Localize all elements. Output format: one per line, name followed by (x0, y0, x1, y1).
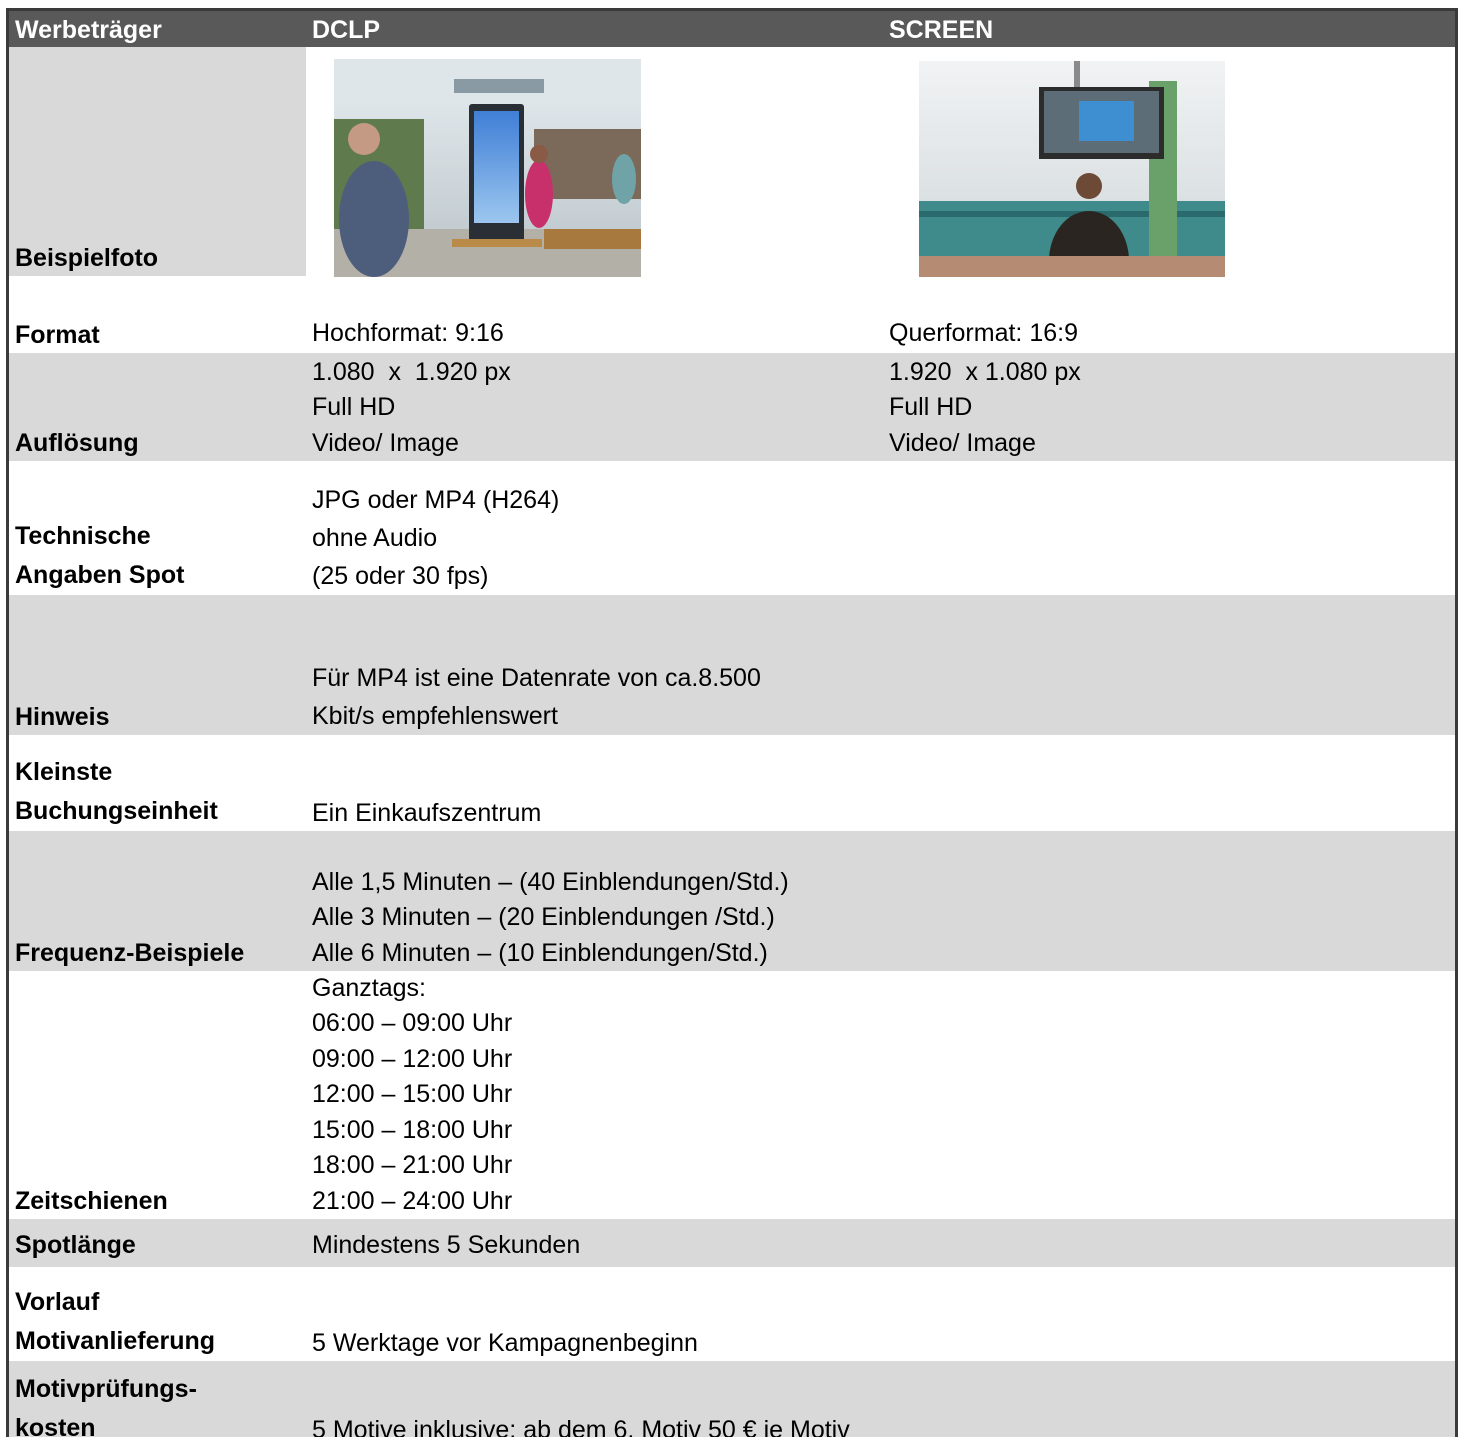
technik-value: JPG oder MP4 (H264) ohne Audio (25 oder … (312, 486, 560, 590)
label-beispielfoto: Beispielfoto (15, 243, 159, 272)
row-motivpruefungskosten: Motivprüfungs- kosten 5 Motive inklusive… (9, 1361, 1455, 1437)
row-buchungseinheit: Kleinste Buchungseinheit Ein Einkaufszen… (9, 735, 1455, 831)
format-screen: Querformat: 16:9 (889, 318, 1078, 347)
zeitschienen-value: Ganztags: 06:00 – 09:00 Uhr 09:00 – 12:0… (312, 973, 513, 1215)
row-aufloesung: Auflösung 1.080 x 1.920 px Full HD Video… (9, 353, 1455, 461)
spec-table: Werbeträger DCLP SCREEN Beispielfoto For… (6, 8, 1458, 1437)
vorlauf-value: 5 Werktage vor Kampagnenbeginn (312, 1328, 698, 1357)
label-spotlaenge: Spotlänge (15, 1230, 136, 1259)
hinweis-value: Für MP4 ist eine Datenrate von ca.8.500 … (312, 664, 761, 730)
frequenz-value: Alle 1,5 Minuten – (40 Einblendungen/Std… (312, 867, 789, 967)
header-dclp: DCLP (312, 16, 381, 44)
label-frequenz: Frequenz-Beispiele (15, 938, 245, 967)
label-hinweis: Hinweis (15, 702, 110, 731)
label-motivpruefungskosten: Motivprüfungs- kosten (15, 1375, 197, 1437)
format-dclp: Hochformat: 9:16 (312, 318, 504, 347)
row-hinweis: Hinweis Für MP4 ist eine Datenrate von c… (9, 595, 1455, 735)
label-zeitschienen: Zeitschienen (15, 1186, 168, 1215)
row-beispielfoto: Beispielfoto (9, 47, 1455, 287)
screen-example-photo (919, 61, 1225, 277)
label-aufloesung: Auflösung (15, 428, 139, 457)
buchung-value: Ein Einkaufszentrum (312, 798, 542, 827)
row-frequenz: Frequenz-Beispiele Alle 1,5 Minuten – (4… (9, 831, 1455, 971)
row-format: Format Hochformat: 9:16 Querformat: 16:9 (9, 287, 1455, 353)
table-header: Werbeträger DCLP SCREEN (9, 11, 1455, 47)
label-vorlauf: Vorlauf Motivanlieferung (15, 1288, 216, 1355)
row-zeitschienen: Zeitschienen Ganztags: 06:00 – 09:00 Uhr… (9, 971, 1455, 1219)
kosten-value: 5 Motive inklusive; ab dem 6. Motiv 50 €… (312, 1415, 850, 1437)
row-technische-angaben: Technische Angaben Spot JPG oder MP4 (H2… (9, 461, 1455, 595)
dclp-example-photo (334, 59, 641, 277)
label-technische-angaben: Technische Angaben Spot (15, 522, 185, 589)
header-screen: SCREEN (889, 16, 994, 44)
aufloesung-screen: 1.920 x 1.080 px Full HD Video/ Image (889, 357, 1081, 457)
spotlaenge-value: Mindestens 5 Sekunden (312, 1230, 581, 1259)
row-vorlauf: Vorlauf Motivanlieferung 5 Werktage vor … (9, 1267, 1455, 1361)
label-format: Format (15, 320, 100, 349)
aufloesung-dclp: 1.080 x 1.920 px Full HD Video/ Image (312, 357, 511, 457)
header-werbetraeger: Werbeträger (15, 16, 162, 44)
row-spotlaenge: Spotlänge Mindestens 5 Sekunden (9, 1219, 1455, 1267)
label-buchungseinheit: Kleinste Buchungseinheit (15, 758, 218, 825)
